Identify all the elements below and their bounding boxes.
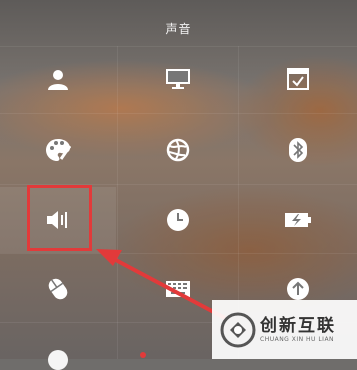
watermark-en-text: CHUANG XIN HU LIAN <box>260 335 335 343</box>
annotation-dot <box>140 352 146 358</box>
brand-logo-icon <box>220 312 256 347</box>
watermark-logo: 创新互联 CHUANG XIN HU LIAN <box>212 300 357 359</box>
watermark-cn-text: 创新互联 <box>260 315 336 336</box>
